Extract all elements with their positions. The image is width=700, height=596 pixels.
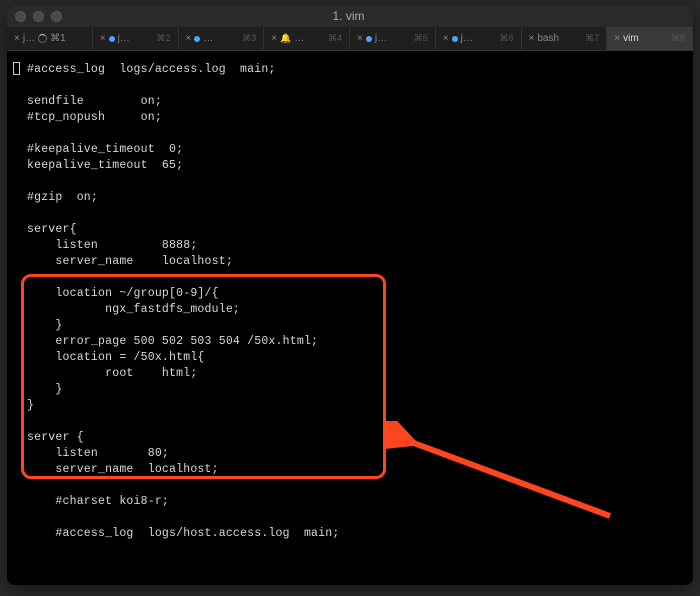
tab-shortcut: ⌘3: [242, 33, 256, 44]
tab-bar: ×j…⌘1×j…⌘2×…⌘3×🔔…⌘4×j…⌘5×j…⌘6×bash⌘7×vim…: [7, 27, 693, 51]
tab-shortcut: ⌘6: [499, 33, 513, 44]
close-tab-icon[interactable]: ×: [14, 33, 20, 44]
minimize-icon[interactable]: [33, 11, 44, 22]
zoom-icon[interactable]: [51, 11, 62, 22]
tab-0[interactable]: ×j… ⌘1: [7, 27, 93, 50]
tab-label: j…: [375, 33, 387, 44]
tab-label: j…: [461, 33, 473, 44]
gutter: [13, 59, 27, 577]
tab-shortcut: ⌘7: [585, 33, 599, 44]
close-tab-icon[interactable]: ×: [271, 33, 277, 44]
traffic-lights: [15, 11, 62, 22]
window-title: 1. vim: [62, 9, 635, 23]
modified-dot-icon: [452, 36, 458, 42]
modified-dot-icon: [109, 36, 115, 42]
tab-shortcut: ⌘8: [671, 33, 685, 44]
tab-7[interactable]: ×vim ⌘8: [607, 27, 693, 50]
code-content[interactable]: #access_log logs/access.log main; sendfi…: [27, 59, 687, 577]
spinner-icon: [38, 34, 47, 43]
tab-6[interactable]: ×bash ⌘7: [522, 27, 608, 50]
tab-shortcut: ⌘4: [328, 33, 342, 44]
tab-label: …: [203, 33, 213, 44]
tab-shortcut: ⌘5: [414, 33, 428, 44]
editor-area[interactable]: #access_log logs/access.log main; sendfi…: [7, 51, 693, 585]
close-tab-icon[interactable]: ×: [529, 33, 535, 44]
tab-label: vim: [623, 33, 639, 44]
tab-label: …: [294, 33, 304, 44]
close-tab-icon[interactable]: ×: [186, 33, 192, 44]
terminal-window: 1. vim ×j…⌘1×j…⌘2×…⌘3×🔔…⌘4×j…⌘5×j…⌘6×bas…: [7, 5, 693, 585]
close-tab-icon[interactable]: ×: [443, 33, 449, 44]
tab-1[interactable]: × j… ⌘2: [93, 27, 179, 50]
modified-dot-icon: [366, 36, 372, 42]
bell-icon: 🔔: [280, 33, 291, 44]
tab-shortcut: ⌘2: [156, 33, 170, 44]
close-icon[interactable]: [15, 11, 26, 22]
tab-label: ⌘1: [50, 33, 66, 44]
close-tab-icon[interactable]: ×: [357, 33, 363, 44]
tab-label: j…: [23, 33, 35, 44]
titlebar[interactable]: 1. vim: [7, 5, 693, 27]
close-tab-icon[interactable]: ×: [100, 33, 106, 44]
tab-label: bash: [537, 33, 559, 44]
tab-3[interactable]: ×🔔… ⌘4: [264, 27, 350, 50]
cursor-icon: [13, 62, 20, 75]
tab-5[interactable]: × j… ⌘6: [436, 27, 522, 50]
tab-label: j…: [118, 33, 130, 44]
tab-4[interactable]: × j… ⌘5: [350, 27, 436, 50]
tab-2[interactable]: × … ⌘3: [179, 27, 265, 50]
close-tab-icon[interactable]: ×: [614, 33, 620, 44]
modified-dot-icon: [194, 36, 200, 42]
